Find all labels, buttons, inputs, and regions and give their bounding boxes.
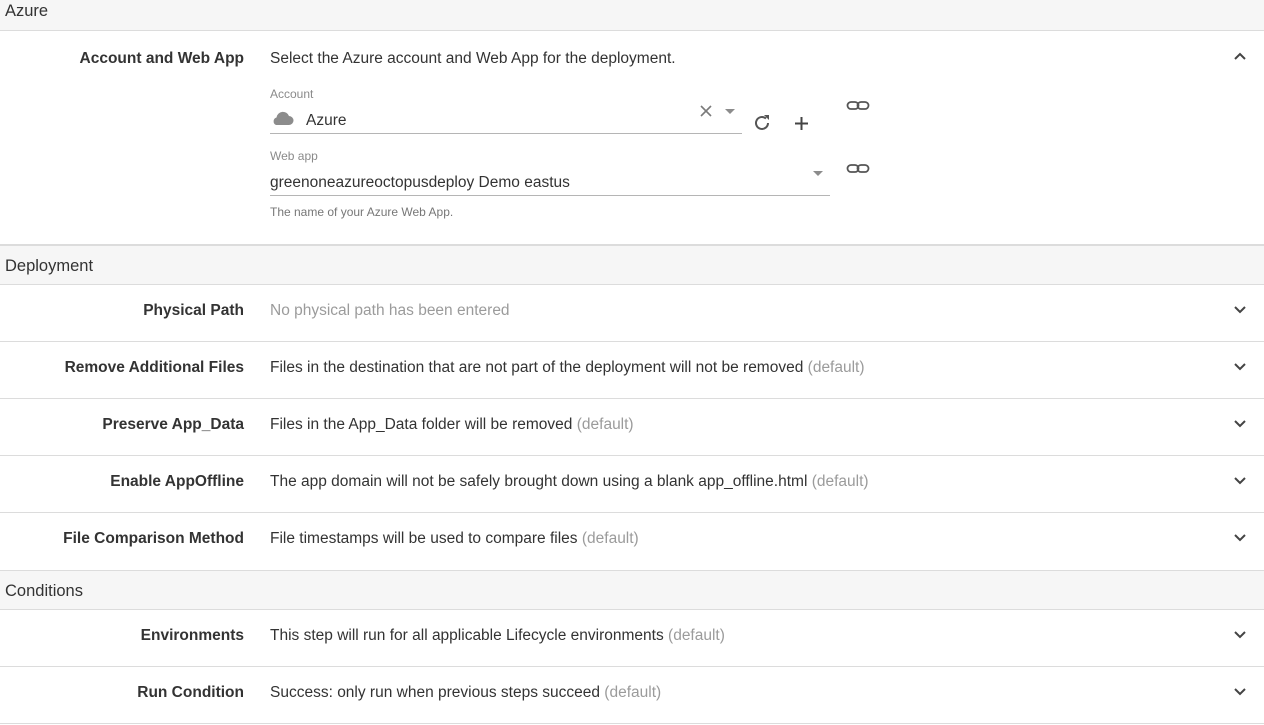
row-summary: No physical path has been entered bbox=[270, 302, 510, 319]
default-tag: (default) bbox=[668, 627, 725, 644]
chevron-down-icon[interactable] bbox=[1233, 531, 1247, 545]
row-label: Environments bbox=[140, 627, 244, 644]
chevron-down-icon[interactable] bbox=[1233, 474, 1247, 488]
row-account-web-app[interactable]: Account and Web App Select the Azure acc… bbox=[0, 31, 1264, 245]
webapp-select-value[interactable]: greenoneazureoctopusdeploy Demo eastus bbox=[270, 174, 570, 192]
refresh-icon[interactable] bbox=[752, 113, 772, 133]
section-title: Conditions bbox=[5, 582, 83, 600]
chevron-down-icon[interactable] bbox=[1233, 685, 1247, 699]
chevron-down-icon[interactable] bbox=[1233, 628, 1247, 642]
row-label: Run Condition bbox=[137, 684, 244, 701]
default-tag: (default) bbox=[604, 684, 662, 701]
webapp-field-underline bbox=[270, 195, 830, 196]
row-label: Enable AppOffline bbox=[110, 473, 244, 490]
default-tag: (default) bbox=[811, 473, 869, 490]
webapp-helper-text: The name of your Azure Web App. bbox=[270, 205, 454, 219]
row-remove-additional-files[interactable]: Remove Additional Files Files in the des… bbox=[0, 342, 1264, 399]
account-field-label: Account bbox=[270, 87, 314, 101]
row-label: Account and Web App bbox=[79, 50, 244, 67]
row-file-comparison-method[interactable]: File Comparison Method File timestamps w… bbox=[0, 513, 1264, 570]
row-run-condition[interactable]: Run Condition Success: only run when pre… bbox=[0, 667, 1264, 724]
row-enable-appoffline[interactable]: Enable AppOffline The app domain will no… bbox=[0, 456, 1264, 513]
row-physical-path[interactable]: Physical Path No physical path has been … bbox=[0, 285, 1264, 342]
chevron-down-icon[interactable] bbox=[1233, 303, 1247, 317]
link-icon[interactable] bbox=[846, 162, 870, 176]
section-header-deployment: Deployment bbox=[0, 245, 1264, 285]
row-summary: File timestamps will be used to compare … bbox=[270, 530, 639, 547]
default-tag: (default) bbox=[581, 530, 639, 547]
row-summary: This step will run for all applicable Li… bbox=[270, 627, 725, 644]
row-label: File Comparison Method bbox=[63, 530, 244, 547]
account-select-value[interactable]: Azure bbox=[306, 112, 347, 130]
section-title: Deployment bbox=[5, 257, 94, 275]
row-label: Remove Additional Files bbox=[64, 359, 244, 376]
caret-down-icon[interactable] bbox=[812, 170, 824, 178]
chevron-down-icon[interactable] bbox=[1233, 360, 1247, 374]
default-tag: (default) bbox=[807, 359, 865, 376]
row-preserve-app-data[interactable]: Preserve App_Data Files in the App_Data … bbox=[0, 399, 1264, 456]
row-summary: Select the Azure account and Web App for… bbox=[270, 50, 676, 67]
row-summary: Files in the destination that are not pa… bbox=[270, 359, 865, 376]
cloud-icon bbox=[273, 111, 294, 125]
section-title: Azure bbox=[5, 2, 49, 20]
webapp-field-label: Web app bbox=[270, 149, 318, 163]
row-summary: Files in the App_Data folder will be rem… bbox=[270, 416, 634, 433]
account-field-underline bbox=[270, 133, 742, 134]
close-icon[interactable] bbox=[699, 104, 713, 118]
link-icon[interactable] bbox=[846, 99, 870, 113]
row-summary: Success: only run when previous steps su… bbox=[270, 684, 662, 701]
row-environments[interactable]: Environments This step will run for all … bbox=[0, 610, 1264, 667]
plus-icon[interactable] bbox=[793, 115, 810, 132]
chevron-down-icon[interactable] bbox=[1233, 417, 1247, 431]
row-label: Preserve App_Data bbox=[102, 416, 244, 433]
section-header-conditions: Conditions bbox=[0, 570, 1264, 610]
row-label: Physical Path bbox=[143, 302, 244, 319]
caret-down-icon[interactable] bbox=[724, 108, 736, 116]
section-header-azure: Azure bbox=[0, 0, 1264, 31]
row-summary: The app domain will not be safely brough… bbox=[270, 473, 869, 490]
default-tag: (default) bbox=[576, 416, 634, 433]
chevron-up-icon[interactable] bbox=[1233, 49, 1247, 63]
